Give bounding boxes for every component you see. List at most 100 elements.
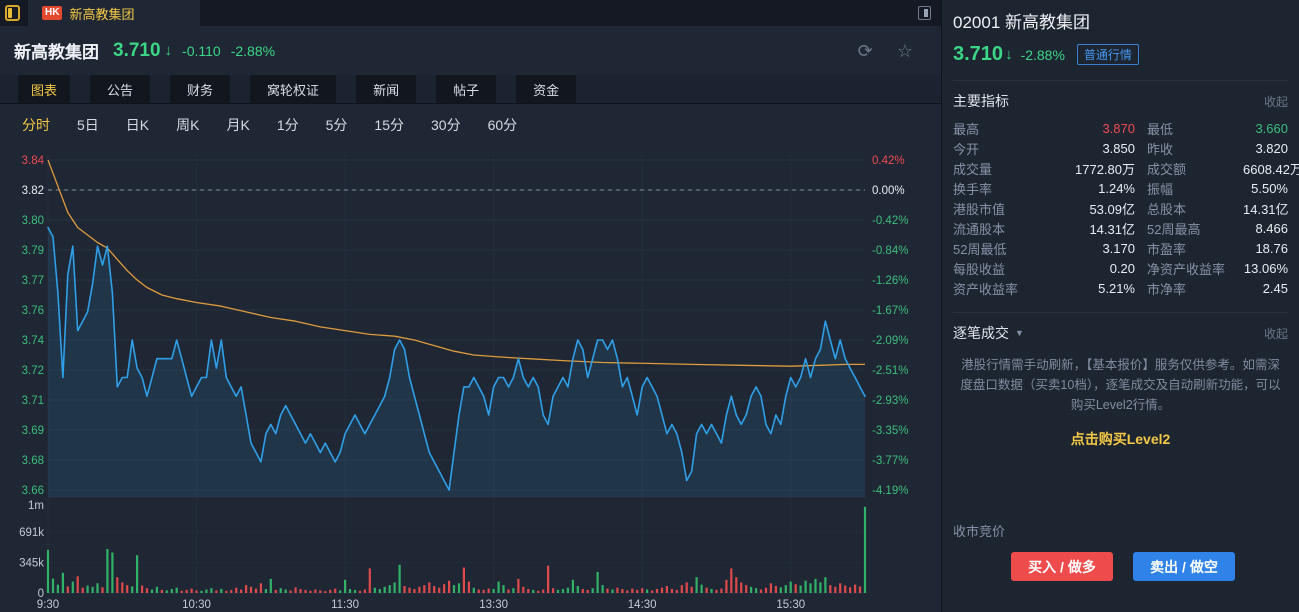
quote-change-pct: -2.88%: [1021, 47, 1065, 63]
period-1min[interactable]: 1分: [277, 115, 299, 135]
stat-row: 52周最低3.170 市盈率18.76: [953, 238, 1288, 258]
buy-long-button[interactable]: 买入 / 做多: [1011, 552, 1113, 581]
stat-value: 3.870: [1031, 121, 1135, 136]
period-daily-k[interactable]: 日K: [126, 115, 149, 135]
stat-row: 最高3.870最低3.660: [953, 118, 1288, 138]
stat-label: 港股市值: [953, 199, 1031, 218]
quote-level-badge: 普通行情: [1077, 44, 1139, 65]
divider: [953, 80, 1288, 81]
stat-row: 换手率1.24%振幅5.50%: [953, 178, 1288, 198]
svg-text:-3.35%: -3.35%: [872, 425, 908, 437]
period-weekly-k[interactable]: 周K: [176, 115, 199, 135]
period-intraday[interactable]: 分时: [22, 115, 50, 135]
quote-panel: 02001 新高教集团 3.710 ↓ -2.88% 普通行情 主要指标 收起 …: [941, 0, 1299, 612]
tab-news[interactable]: 新闻: [356, 75, 416, 103]
stat-label: 总股本: [1147, 199, 1243, 218]
intraday-chart-svg: 3.843.823.803.793.773.763.743.723.713.69…: [0, 145, 941, 612]
stat-value: 13.06%: [1243, 261, 1288, 276]
price-down-arrow-icon: ↓: [165, 42, 173, 59]
refresh-icon[interactable]: ⟳: [858, 42, 873, 60]
stat-value: 18.76: [1243, 241, 1288, 256]
svg-text:0.42%: 0.42%: [872, 155, 905, 167]
svg-text:-2.93%: -2.93%: [872, 395, 908, 407]
stat-label: 换手率: [953, 179, 1031, 198]
stat-label: 成交量: [953, 159, 1031, 178]
quote-price-row: 3.710 ↓ -2.88% 普通行情: [953, 43, 1288, 66]
stat-value: 3.170: [1031, 241, 1135, 256]
buy-level2-link[interactable]: 点击购买Level2: [953, 429, 1288, 449]
svg-text:345k: 345k: [19, 558, 44, 570]
stock-header: 新高教集团 3.710 ↓ -0.110 -2.88% ⟳ ☆: [0, 26, 941, 75]
indicators-header: 主要指标 收起: [953, 91, 1288, 111]
svg-text:-0.42%: -0.42%: [872, 215, 908, 227]
stock-change-pct: -2.88%: [231, 43, 275, 59]
period-monthly-k[interactable]: 月K: [226, 115, 249, 135]
tab-financials[interactable]: 财务: [170, 75, 230, 103]
sell-short-button[interactable]: 卖出 / 做空: [1133, 552, 1235, 581]
svg-text:3.84: 3.84: [22, 155, 45, 167]
stock-price: 3.710: [113, 40, 161, 62]
trade-buttons: 买入 / 做多 卖出 / 做空: [953, 552, 1288, 581]
period-15min[interactable]: 15分: [374, 115, 404, 135]
svg-text:-0.84%: -0.84%: [872, 245, 908, 257]
svg-text:14:30: 14:30: [628, 599, 657, 611]
stat-row: 流通股本14.31亿52周最高8.466: [953, 218, 1288, 238]
tab-funds[interactable]: 资金: [516, 75, 576, 103]
tab-chart[interactable]: 图表: [18, 75, 70, 103]
chart-period-tabs: 分时 5日 日K 周K 月K 1分 5分 15分 30分 60分: [0, 104, 941, 145]
svg-text:3.82: 3.82: [22, 185, 44, 197]
stat-label: 净资产收益率: [1147, 259, 1243, 278]
stat-label: 成交额: [1147, 159, 1243, 178]
stat-row: 成交量1772.80万成交额6608.42万: [953, 158, 1288, 178]
stat-label: 每股收益: [953, 259, 1031, 278]
stat-label: 52周最高: [1147, 219, 1243, 238]
stat-label: 52周最低: [953, 239, 1031, 258]
divider: [953, 312, 1288, 313]
quote-price: 3.710: [953, 43, 1003, 66]
tab-posts[interactable]: 帖子: [436, 75, 496, 103]
stat-row: 今开3.850昨收3.820: [953, 138, 1288, 158]
level2-notice-text: 港股行情需手动刷新，【基本报价】服务仅供参考。如需深度盘口数据（买卖10档），逐…: [953, 355, 1288, 415]
stock-nav-tabs: 图表公告财务窝轮权证新闻帖子资金: [0, 75, 941, 104]
svg-text:3.68: 3.68: [22, 455, 44, 467]
stat-row: 每股收益0.20净资产收益率13.06%: [953, 258, 1288, 278]
period-5d[interactable]: 5日: [77, 115, 99, 135]
tab-warrants[interactable]: 窝轮权证: [250, 75, 336, 103]
period-5min[interactable]: 5分: [326, 115, 348, 135]
stat-row: 港股市值53.09亿总股本14.31亿: [953, 198, 1288, 218]
svg-text:10:30: 10:30: [182, 599, 211, 611]
tab-announcements[interactable]: 公告: [90, 75, 150, 103]
window-tab-title: 新高教集团: [69, 4, 134, 23]
period-60min[interactable]: 60分: [488, 115, 518, 135]
svg-text:15:30: 15:30: [776, 599, 805, 611]
stock-name: 新高教集团: [14, 38, 99, 63]
stat-value: 14.31亿: [1243, 199, 1289, 218]
stat-row: 资产收益率5.21%市净率2.45: [953, 278, 1288, 298]
svg-text:3.80: 3.80: [22, 215, 44, 227]
svg-text:3.71: 3.71: [22, 395, 44, 407]
sidebar-toggle-icon[interactable]: [5, 5, 20, 21]
tick-trades-collapse-button[interactable]: 收起: [1264, 325, 1288, 342]
stat-label: 市盈率: [1147, 239, 1243, 258]
tick-trades-header: 逐笔成交 ▼ 收起: [953, 323, 1288, 343]
svg-text:0.00%: 0.00%: [872, 185, 905, 197]
intraday-chart[interactable]: 3.843.823.803.793.773.763.743.723.713.69…: [0, 145, 941, 612]
panel-layout-toggle-icon[interactable]: [918, 6, 931, 20]
stat-value: 6608.42万: [1243, 159, 1299, 178]
svg-text:-1.26%: -1.26%: [872, 275, 908, 287]
favorite-star-icon[interactable]: ☆: [897, 42, 913, 60]
stock-window-tab[interactable]: HK 新高教集团: [28, 0, 200, 26]
stat-label: 昨收: [1147, 139, 1243, 158]
indicators-collapse-button[interactable]: 收起: [1264, 93, 1288, 110]
svg-text:3.76: 3.76: [22, 305, 44, 317]
chevron-down-icon[interactable]: ▼: [1015, 328, 1024, 338]
window-tab-bar: HK 新高教集团: [0, 0, 941, 26]
app-root: HK 新高教集团 新高教集团 3.710 ↓ -0.110 -2.88% ⟳ ☆…: [0, 0, 1299, 612]
quote-code-title: 02001 新高教集团: [953, 8, 1288, 33]
stat-label: 今开: [953, 139, 1031, 158]
period-30min[interactable]: 30分: [431, 115, 461, 135]
stat-label: 市净率: [1147, 279, 1243, 298]
svg-text:-1.67%: -1.67%: [872, 305, 908, 317]
stat-label: 流通股本: [953, 219, 1031, 238]
svg-text:9:30: 9:30: [37, 599, 59, 611]
